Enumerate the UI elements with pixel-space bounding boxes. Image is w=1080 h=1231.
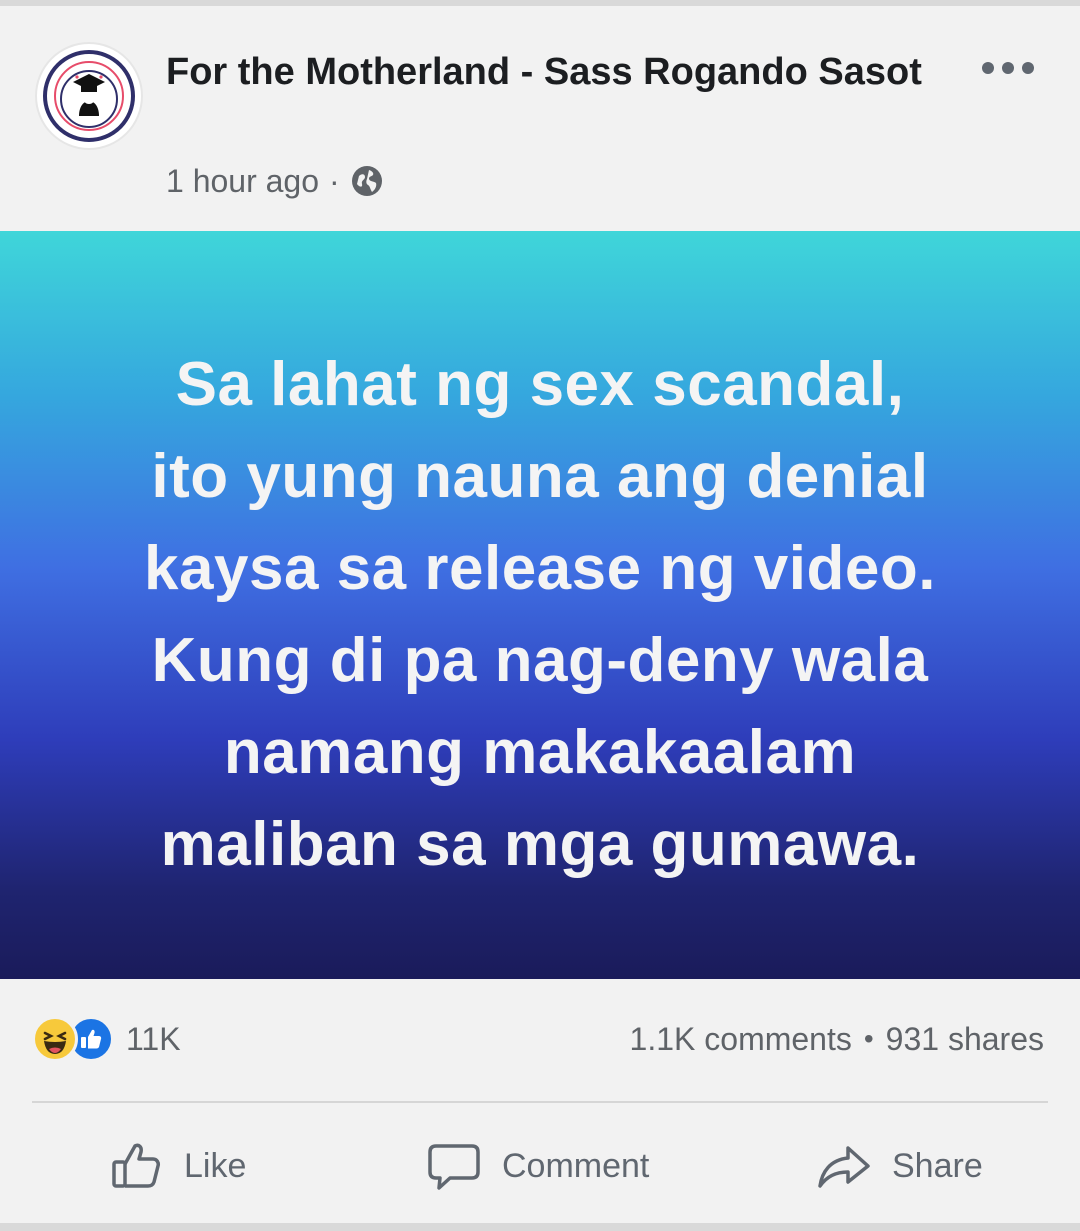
banner-line: ito yung nauna ang denial [151,442,929,511]
comment-label: Comment [502,1146,650,1185]
share-icon [818,1146,870,1188]
banner-line: kaysa sa release ng video. [144,534,936,603]
reactions-count: 11K [126,1020,181,1057]
share-label: Share [892,1146,983,1185]
more-dot-icon [982,62,994,74]
banner-line: Kung di pa nag-deny wala [151,626,929,695]
page-logo-icon [43,50,135,142]
post-timestamp[interactable]: 1 hour ago [166,163,319,200]
banner-line: maliban sa mga gumawa. [160,810,920,879]
haha-emoji-icon [32,1016,78,1062]
engagement-stats: 1.1K comments • 931 shares [630,1012,1044,1066]
meta-separator: · [329,162,340,199]
reactions-summary[interactable]: 11K [32,1012,181,1066]
facebook-post: For the Motherland - Sass Rogando Sasot … [0,6,1080,1223]
post-text-banner[interactable]: Sa lahat ng sex scandal, ito yung nauna … [0,231,1080,979]
banner-text: Sa lahat ng sex scandal, ito yung nauna … [0,339,1080,891]
shares-count[interactable]: 931 shares [886,1021,1044,1058]
like-button[interactable]: Like [108,1134,246,1198]
stats-separator: • [863,1023,874,1054]
more-options-button[interactable] [982,52,1034,84]
post-meta: 1 hour ago · [166,158,384,204]
share-button[interactable]: Share [816,1134,983,1198]
more-dot-icon [1002,62,1014,74]
banner-line: Sa lahat ng sex scandal, [175,350,905,419]
more-dot-icon [1022,62,1034,74]
like-label: Like [184,1146,247,1185]
globe-icon[interactable] [350,164,384,198]
page-name[interactable]: For the Motherland - Sass Rogando Sasot [166,46,926,98]
page-avatar[interactable] [37,44,141,148]
comments-count[interactable]: 1.1K comments [630,1021,852,1058]
divider [32,1101,1048,1103]
like-icon [112,1143,160,1188]
comment-icon [428,1144,480,1190]
banner-line: namang makakaalam [223,718,857,787]
comment-button[interactable]: Comment [426,1134,649,1198]
